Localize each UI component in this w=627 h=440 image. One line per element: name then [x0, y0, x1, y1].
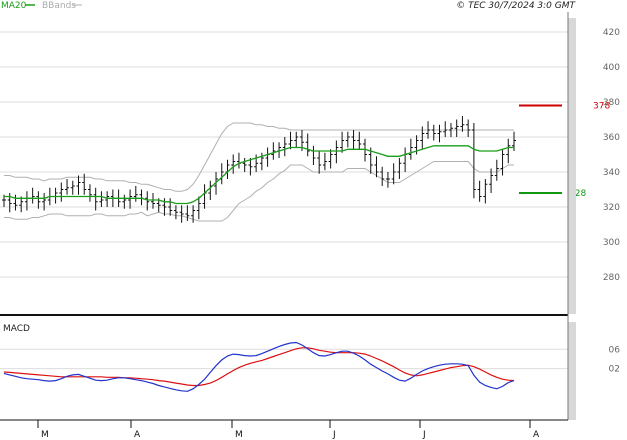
- macd-grid: [0, 348, 568, 370]
- month-label: J: [422, 430, 426, 440]
- macd-line: [3, 341, 515, 392]
- main-panel-background: [0, 12, 568, 312]
- macd-lines: [3, 341, 515, 392]
- price-tick-label: 420: [603, 28, 620, 38]
- price-tick-label: 340: [603, 168, 620, 178]
- macd-tick-label: 02: [609, 365, 620, 375]
- right-shadow: [568, 18, 576, 314]
- ma-legend-label: MA20: [1, 1, 27, 11]
- stock-chart: 378328 420400380360340320300280 0602 MAM…: [0, 1, 621, 440]
- bbands-legend-label: BBands: [42, 1, 76, 11]
- macd-tick-label: 06: [609, 345, 621, 355]
- time-axis: MAMJJA: [37, 420, 540, 440]
- price-tick-label: 400: [603, 63, 620, 73]
- price-tick-label: 320: [603, 203, 620, 213]
- month-label: M: [235, 430, 243, 440]
- month-label: J: [332, 430, 336, 440]
- signal-line: [3, 347, 515, 387]
- price-axis: 420 400 380 360 340 320 300 280: [603, 28, 620, 283]
- macd-label: MACD: [3, 324, 30, 334]
- macd-axis: 06 02: [609, 345, 621, 374]
- month-label: A: [533, 430, 540, 440]
- copyright-timestamp: © TEC 30/7/2024 3:0 GMT: [456, 1, 576, 11]
- price-tick-label: 300: [603, 238, 620, 248]
- price-tick-label: 360: [603, 133, 620, 143]
- macd-right-shadow: [568, 322, 576, 420]
- month-label: M: [41, 430, 49, 440]
- price-tick-label: 380: [603, 98, 620, 108]
- month-label: A: [134, 430, 141, 440]
- price-tick-label: 280: [603, 273, 620, 283]
